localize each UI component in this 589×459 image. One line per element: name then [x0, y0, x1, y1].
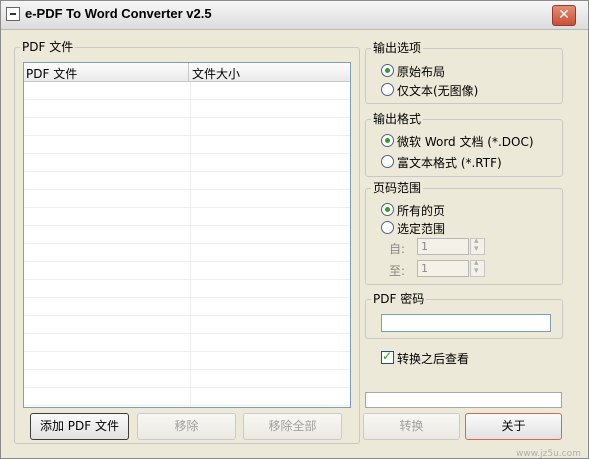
- window-title: e-PDF To Word Converter v2.5: [25, 6, 212, 21]
- radio-all-pages[interactable]: [381, 203, 394, 216]
- text-only-label[interactable]: 仅文本(无图像): [397, 82, 478, 99]
- view-after-label[interactable]: 转换之后查看: [397, 350, 469, 367]
- column-grid-line: [190, 82, 191, 407]
- pdf-files-group-label: PDF 文件: [20, 40, 76, 54]
- radio-text-only[interactable]: [381, 83, 394, 96]
- add-pdf-button[interactable]: 添加 PDF 文件: [30, 413, 129, 440]
- pdf-password-label: PDF 密码: [371, 292, 427, 306]
- radio-format-doc[interactable]: [381, 134, 394, 147]
- remove-all-button[interactable]: 移除全部: [243, 413, 342, 440]
- file-list[interactable]: PDF 文件 文件大小: [23, 62, 351, 408]
- watermark-text: www.jz5u.com: [516, 449, 581, 459]
- column-header-file-size[interactable]: 文件大小: [192, 65, 240, 82]
- radio-selected-range[interactable]: [381, 221, 394, 234]
- file-list-rows[interactable]: [24, 82, 350, 407]
- pdf-password-input[interactable]: [381, 314, 551, 332]
- close-window-button[interactable]: ✕: [552, 5, 576, 26]
- progress-bar: [365, 392, 562, 408]
- output-options-label: 输出选项: [371, 41, 424, 55]
- radio-format-rtf[interactable]: [381, 155, 394, 168]
- remove-button[interactable]: 移除: [137, 413, 236, 440]
- all-pages-label[interactable]: 所有的页: [397, 202, 445, 219]
- column-header-pdf-file[interactable]: PDF 文件: [26, 65, 77, 82]
- from-page-spinner[interactable]: [470, 236, 485, 255]
- app-menu-icon[interactable]: [6, 7, 20, 21]
- about-button[interactable]: 关于: [465, 413, 562, 440]
- page-range-label: 页码范围: [371, 181, 424, 195]
- original-layout-label[interactable]: 原始布局: [397, 63, 445, 80]
- app-window: e-PDF To Word Converter v2.5 ✕ PDF 文件 PD…: [0, 0, 589, 459]
- to-page-spinner[interactable]: [470, 258, 485, 277]
- file-list-header: PDF 文件 文件大小: [24, 63, 350, 82]
- to-label: 至:: [389, 264, 406, 278]
- output-format-label: 输出格式: [371, 112, 424, 126]
- format-doc-label[interactable]: 微软 Word 文档 (*.DOC): [397, 133, 534, 150]
- title-bar[interactable]: e-PDF To Word Converter v2.5 ✕: [1, 1, 588, 30]
- selected-range-label[interactable]: 选定范围: [397, 220, 445, 237]
- radio-original-layout[interactable]: [381, 64, 394, 77]
- convert-button[interactable]: 转换: [363, 413, 460, 440]
- view-after-checkbox[interactable]: [381, 349, 394, 364]
- column-divider[interactable]: [188, 63, 189, 81]
- format-rtf-label[interactable]: 富文本格式 (*.RTF): [397, 154, 502, 171]
- to-page-input[interactable]: 1: [417, 260, 469, 277]
- from-label: 自:: [389, 242, 406, 256]
- from-page-input[interactable]: 1: [417, 238, 469, 255]
